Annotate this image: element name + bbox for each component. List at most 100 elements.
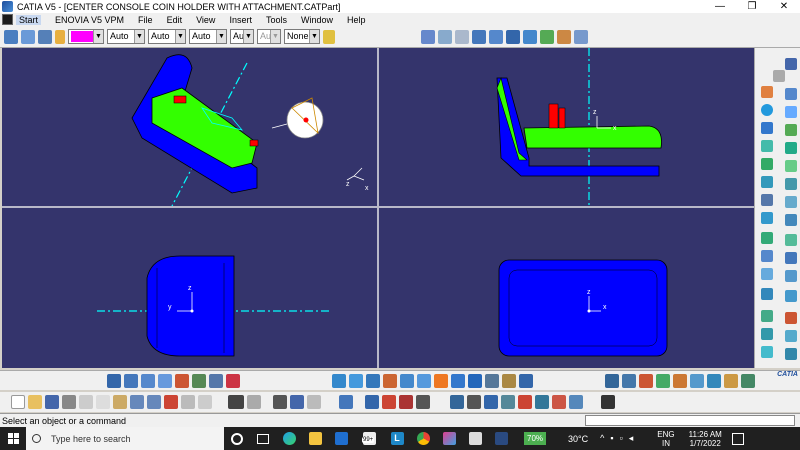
battery-indicator[interactable]: 70% <box>524 432 547 445</box>
menu-enovia[interactable]: ENOVIA V5 VPM <box>55 15 124 25</box>
paint-icon[interactable] <box>55 29 65 44</box>
layer-name-combo[interactable]: None ▼ <box>284 29 320 44</box>
cortana-button[interactable] <box>224 427 250 450</box>
undo-history-icon[interactable] <box>181 395 195 409</box>
chrome-taskbar-button[interactable] <box>410 427 436 450</box>
pocket-icon[interactable] <box>785 88 797 100</box>
menu-window[interactable]: Window <box>301 15 333 25</box>
zoom-in-icon[interactable] <box>175 373 189 388</box>
check-icon[interactable] <box>552 395 566 409</box>
menu-start[interactable]: Start <box>16 14 42 25</box>
fillet-icon[interactable] <box>785 160 797 172</box>
apply-material-icon[interactable] <box>450 395 464 409</box>
capture-icon[interactable] <box>416 395 430 409</box>
battery-icon[interactable]: ▫ <box>620 433 623 444</box>
minimize-button[interactable]: — <box>704 0 736 13</box>
redo-icon[interactable] <box>147 395 161 409</box>
menu-edit[interactable]: Edit <box>167 15 183 25</box>
list-icon[interactable] <box>307 395 321 409</box>
point-icon[interactable] <box>421 29 435 44</box>
update-icon[interactable] <box>339 395 353 409</box>
point-combo[interactable]: Aut ▼ <box>230 29 254 44</box>
auto-constraint-icon[interactable] <box>690 373 704 388</box>
annotation-icon[interactable] <box>761 328 773 340</box>
viewport-splitter-horizontal[interactable] <box>2 206 754 208</box>
plane-icon[interactable] <box>455 29 469 44</box>
options-icon[interactable] <box>569 395 583 409</box>
redo-history-icon[interactable] <box>198 395 212 409</box>
scan-icon[interactable] <box>535 395 549 409</box>
weather-widget[interactable]: 30°C <box>568 434 588 444</box>
text-icon[interactable] <box>785 330 797 342</box>
whats-this-icon[interactable] <box>164 395 178 409</box>
viewport-isometric[interactable]: z x <box>2 48 377 206</box>
layer-icon[interactable] <box>38 29 52 44</box>
remove-face-icon[interactable] <box>785 214 797 226</box>
scaling-icon[interactable] <box>761 288 773 300</box>
line-icon[interactable] <box>438 29 452 44</box>
l-app-taskbar-button[interactable]: L <box>384 427 410 450</box>
copy-icon[interactable] <box>96 395 110 409</box>
explorer-taskbar-button[interactable] <box>302 427 328 450</box>
hidden-lines-icon[interactable] <box>502 373 516 388</box>
flag-icon[interactable] <box>399 395 413 409</box>
sketcher-icon[interactable] <box>785 58 797 70</box>
reference-icon[interactable] <box>761 346 773 358</box>
measure-icon[interactable] <box>523 29 537 44</box>
shaft-icon[interactable] <box>761 104 773 116</box>
group-icon[interactable] <box>21 29 35 44</box>
grid-icon[interactable] <box>605 373 619 388</box>
pan-icon[interactable] <box>141 373 155 388</box>
formula-icon[interactable] <box>228 395 244 409</box>
thread-icon[interactable] <box>761 212 773 224</box>
dimensional-constraints-icon[interactable] <box>673 373 687 388</box>
taskbar-clock[interactable]: 11:26 AM 1/7/2022 <box>689 430 722 448</box>
zoom-view-icon[interactable] <box>400 373 414 388</box>
wireframe-icon[interactable] <box>485 373 499 388</box>
taskbar-search-box[interactable]: Type here to search <box>26 427 224 450</box>
save-icon[interactable] <box>45 395 59 409</box>
zoom-out-icon[interactable] <box>192 373 206 388</box>
notification-icon[interactable] <box>731 432 744 445</box>
menu-file[interactable]: File <box>138 15 153 25</box>
transparency-combo[interactable]: Auto ▼ <box>107 29 145 44</box>
zoom-area-icon[interactable] <box>383 373 397 388</box>
store-taskbar-button[interactable]: 99+ <box>354 427 384 450</box>
shading-icon[interactable] <box>451 373 465 388</box>
catia-taskbar-button[interactable] <box>488 427 514 450</box>
pattern-icon[interactable] <box>785 270 797 282</box>
viewport-top[interactable]: y z <box>2 208 377 368</box>
knowledge-icon[interactable] <box>574 29 588 44</box>
menu-help[interactable]: Help <box>347 15 366 25</box>
loft-icon[interactable] <box>761 158 773 170</box>
stiffener-icon[interactable] <box>785 142 797 154</box>
geometric-constraints-icon[interactable] <box>656 373 670 388</box>
construction-icon[interactable] <box>639 373 653 388</box>
undo-icon[interactable] <box>130 395 144 409</box>
slot-icon[interactable] <box>761 140 773 152</box>
material-icon[interactable] <box>557 29 571 44</box>
color-combo[interactable]: ▼ <box>68 29 104 44</box>
fit-all-icon[interactable] <box>124 373 138 388</box>
snap-icon[interactable] <box>622 373 636 388</box>
pad-icon[interactable] <box>761 86 773 98</box>
windows-start-button[interactable] <box>0 427 26 450</box>
rib-icon[interactable] <box>785 124 797 136</box>
paint-taskbar-button[interactable] <box>436 427 462 450</box>
edges-icon[interactable] <box>468 373 482 388</box>
animate-icon[interactable] <box>707 373 721 388</box>
paste-icon[interactable] <box>113 395 127 409</box>
groove-icon[interactable] <box>785 106 797 118</box>
menu-tools[interactable]: Tools <box>266 15 287 25</box>
menu-insert[interactable]: Insert <box>229 15 252 25</box>
swap-visible-icon[interactable] <box>519 373 533 388</box>
spline-tool-icon[interactable] <box>741 373 755 388</box>
tray-chevron-icon[interactable]: ^ <box>600 433 604 444</box>
graph-tree-icon[interactable] <box>290 395 304 409</box>
translation-icon[interactable] <box>761 250 773 262</box>
constraint-icon[interactable] <box>785 312 797 324</box>
shell-icon[interactable] <box>761 194 773 206</box>
restore-button[interactable]: ❐ <box>736 0 768 13</box>
hole-icon[interactable] <box>761 122 773 134</box>
normal-to-icon[interactable] <box>417 373 431 388</box>
